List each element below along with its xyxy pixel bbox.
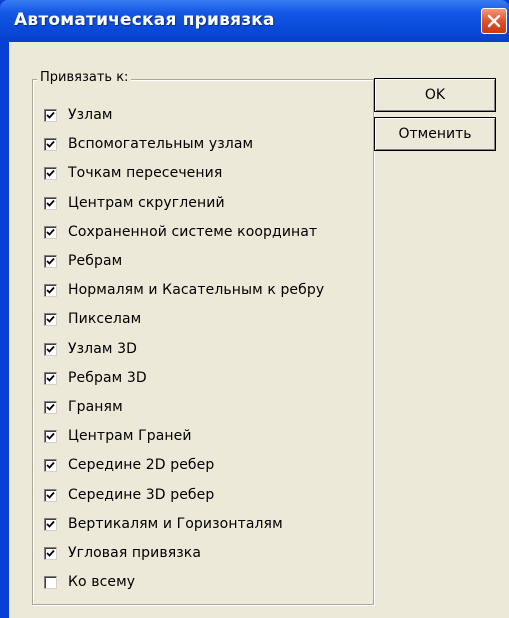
checkmark-icon (46, 257, 55, 265)
option-label: Вспомогательным узлам (68, 136, 254, 152)
option-checkbox-row[interactable]: Нормалям и Касательным к ребру (44, 280, 324, 300)
option-checkbox-row[interactable]: Угловая привязка (44, 543, 201, 563)
dialog-window: Автоматическая привязка Привязать к: Узл… (0, 0, 509, 618)
checkmark-icon (46, 520, 55, 528)
checkmark-icon (46, 549, 55, 557)
checkmark-icon (46, 432, 55, 440)
checkmark-icon (46, 461, 55, 469)
option-checkbox-row[interactable]: Пикселам (44, 309, 141, 329)
ok-button[interactable]: OK (374, 78, 496, 112)
checkmark-icon (46, 199, 55, 207)
checkbox[interactable] (44, 546, 57, 560)
checkbox[interactable] (44, 312, 57, 326)
checkbox[interactable] (44, 429, 57, 443)
option-label: Сохраненной системе координат (68, 224, 318, 240)
option-checkbox-row[interactable]: Сохраненной системе координат (44, 222, 317, 242)
option-checkbox-row[interactable]: Граням (44, 397, 123, 417)
checkmark-icon (46, 374, 55, 382)
dialog-body: Привязать к: Узлам Вспомогательным узлам Т… (9, 42, 509, 618)
option-label: Ко всему (68, 574, 136, 590)
group-legend: Привязать к: (37, 70, 132, 85)
option-checkbox-row[interactable]: Центрам Граней (44, 426, 192, 446)
option-label: Угловая привязка (68, 545, 201, 561)
close-icon (487, 14, 501, 28)
option-label: Ребрам 3D (68, 370, 147, 386)
option-checkbox-row[interactable]: Точкам пересечения (44, 163, 222, 183)
checkmark-icon (46, 169, 55, 177)
checkbox[interactable] (44, 458, 57, 472)
checkbox[interactable] (44, 488, 57, 502)
checkbox[interactable] (44, 342, 57, 356)
option-checkbox-row[interactable]: Вертикалям и Горизонталям (44, 514, 283, 534)
checkmark-icon (46, 111, 55, 119)
option-checkbox-row[interactable]: Центрам скруглений (44, 193, 225, 213)
option-label: Центрам Граней (68, 428, 192, 444)
checkbox[interactable] (44, 108, 57, 122)
option-checkbox-row[interactable]: Середине 3D ребер (44, 485, 214, 505)
window-title: Автоматическая привязка (14, 10, 275, 30)
option-label: Узлам (68, 107, 113, 123)
option-label: Середине 3D ребер (68, 487, 215, 503)
option-checkbox-row[interactable]: Ко всему (44, 572, 135, 592)
checkbox[interactable] (44, 283, 57, 297)
checkmark-icon (46, 403, 55, 411)
checkbox[interactable] (44, 225, 57, 239)
checkmark-icon (46, 228, 55, 236)
checkmark-icon (46, 286, 55, 294)
option-label: Точкам пересечения (68, 165, 223, 181)
checkbox[interactable] (44, 575, 57, 589)
option-label: Ребрам (68, 253, 123, 269)
cancel-button[interactable]: Отменить (374, 117, 496, 151)
option-checkbox-row[interactable]: Вспомогательным узлам (44, 134, 253, 154)
option-label: Нормалям и Касательным к ребру (68, 282, 325, 298)
checkbox[interactable] (44, 254, 57, 268)
option-label: Вертикалям и Горизонталям (68, 516, 283, 532)
checkmark-icon (46, 140, 55, 148)
option-label: Центрам скруглений (68, 195, 225, 211)
option-checkbox-row[interactable]: Ребрам (44, 251, 122, 271)
checkmark-icon (46, 345, 55, 353)
option-checkbox-row[interactable]: Узлам 3D (44, 339, 137, 359)
checkmark-icon (46, 491, 55, 499)
checkbox[interactable] (44, 371, 57, 385)
checkmark-icon (46, 315, 55, 323)
checkbox[interactable] (44, 166, 57, 180)
checkbox[interactable] (44, 517, 57, 531)
option-label: Узлам 3D (68, 341, 138, 357)
checkbox[interactable] (44, 137, 57, 151)
option-label: Граням (68, 399, 123, 415)
option-checkbox-row[interactable]: Узлам (44, 105, 113, 125)
checkbox[interactable] (44, 196, 57, 210)
title-bar[interactable]: Автоматическая привязка (0, 0, 509, 42)
option-checkbox-row[interactable]: Ребрам 3D (44, 368, 147, 388)
checkbox[interactable] (44, 400, 57, 414)
option-checkbox-row[interactable]: Середине 2D ребер (44, 455, 214, 475)
close-button[interactable] (481, 8, 507, 34)
option-label: Пикселам (68, 311, 142, 327)
option-label: Середине 2D ребер (68, 457, 215, 473)
